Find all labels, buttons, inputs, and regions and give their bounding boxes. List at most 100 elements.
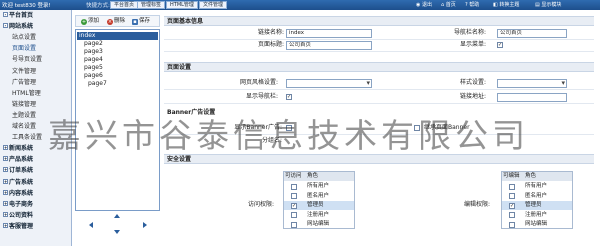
show-menu-checkbox[interactable]: ✓ [497,42,503,48]
inherit-banner-checkbox[interactable] [414,125,420,131]
quick-tab-tags[interactable]: 管理标签 [137,1,166,9]
save-button[interactable]: ▪ 保存 [132,17,150,26]
link-address-input[interactable] [497,93,567,102]
role-label: 注册用户 [307,211,330,218]
nav-item[interactable]: + 产品系统 [3,156,33,164]
table-row: 网站编辑 [502,220,572,229]
move-up-icon[interactable] [114,214,120,218]
nav-item[interactable]: 页面设置 [12,45,36,53]
permission-checkbox[interactable] [291,183,297,190]
delete-button[interactable]: × 删除 [107,17,125,26]
permission-checkbox[interactable] [509,212,515,218]
show-menu-label: 显示菜单: [459,41,486,48]
role-label: 网站编辑 [525,221,548,227]
expand-icon[interactable]: + [3,145,8,151]
nav-item[interactable]: 文件管理 [12,68,36,76]
page-style-select[interactable] [286,79,372,88]
nav-item-label: 域名设置 [12,123,37,130]
collapse-icon[interactable]: - [3,12,8,17]
permission-checkbox[interactable]: ✓ [509,202,515,209]
section-basic-info: 页面基本信息 [164,16,594,26]
nav-item[interactable]: HTML管理 [12,90,41,98]
page-title-input[interactable]: 公司首页 [286,41,372,50]
expand-icon[interactable]: + [3,178,8,184]
column-header: 可编辑 [502,172,523,181]
quick-tab-home[interactable]: 平台首页 [110,1,139,9]
role-label: 匿名用户 [525,192,548,199]
expand-icon[interactable]: + [3,156,8,162]
quick-tab-files[interactable]: 文件管理 [199,1,228,9]
add-button[interactable]: + 添加 [81,17,99,26]
link-address-label: 链接地址: [459,93,486,100]
expand-icon[interactable]: + [3,167,8,173]
role-label: 管理员 [525,202,542,208]
role-label: 匿名用户 [307,192,330,199]
permission-checkbox[interactable] [291,221,297,228]
permission-checkbox[interactable] [291,193,297,199]
nav-name-input[interactable]: 公司首页 [497,29,567,38]
nav-item[interactable]: 广告管理 [12,79,36,87]
style-select[interactable] [497,79,567,88]
tree-node[interactable]: page2 [84,40,103,48]
nav-item[interactable]: 链接管理 [12,101,36,109]
help-link[interactable]: ? 帮助 [465,1,479,9]
left-navigation: - 平台首页 - 网站系统站点设置页面设置号导页设置文件管理广告管理 HTML管理 链接管… [0,10,72,246]
tree-node[interactable]: index [77,32,158,40]
nav-item[interactable]: + 订单系统 [3,167,33,175]
style-label: 样式设置: [459,79,486,86]
permission-checkbox[interactable] [509,183,515,190]
move-left-icon[interactable] [89,222,93,228]
home-link[interactable]: ⌂ 首页 [441,1,456,9]
expand-icon[interactable]: + [3,211,8,217]
access-permission-table: 可访问 角色 所有用户 匿名用户 ✓ 管理员 注册用户 网站编辑 [283,171,355,229]
logout-link[interactable]: ◉ 退出 [416,1,432,9]
delete-icon: × [107,19,113,25]
expand-icon[interactable]: + [3,200,8,206]
nav-item[interactable]: + 公司资料 [3,211,33,220]
column-header: 可访问 [284,172,305,181]
nav-item[interactable]: 工具条设置 [12,134,42,142]
link-name-input[interactable]: index [286,29,372,38]
tree-node[interactable]: page5 [84,64,103,72]
permission-checkbox[interactable] [509,193,515,199]
expand-icon[interactable]: + [3,189,8,195]
switch-theme-link[interactable]: ◧ 转换主题 [493,1,519,9]
nav-item[interactable]: 站点设置 [12,34,36,42]
permission-checkbox[interactable]: ✓ [291,202,297,209]
tree-move-controls [75,212,160,246]
nav-item[interactable]: - 网站系统 [3,23,33,31]
row-group: 分组名: [164,136,594,148]
expand-icon[interactable]: + [3,222,8,228]
tree-node[interactable]: page3 [84,48,103,56]
permission-checkbox[interactable] [509,221,515,228]
show-nav-checkbox[interactable]: ✓ [286,94,292,100]
nav-item[interactable]: + 客服管理 [3,222,33,231]
nav-item[interactable]: 号导页设置 [12,56,42,64]
show-banner-checkbox[interactable] [286,125,292,131]
role-label: 管理员 [307,202,324,208]
table-row: ✓ 管理员 [502,201,572,210]
nav-item[interactable]: 域名设置 [12,123,36,131]
section-security: 安全设置 [164,154,594,164]
collapse-icon[interactable]: - [3,23,8,29]
table-row: 匿名用户 [284,192,354,201]
nav-item[interactable]: - 平台首页 [3,12,33,20]
move-down-icon[interactable] [114,230,120,234]
table-row: 注册用户 [502,211,572,220]
tree-node[interactable]: page7 [88,80,107,88]
move-right-icon[interactable] [143,222,147,228]
nav-item-label: 新闻系统 [9,145,34,153]
nav-item[interactable]: + 广告系统 [3,178,33,187]
nav-item[interactable]: + 电子商务 [3,200,33,209]
permission-checkbox[interactable] [291,212,297,218]
quick-tab-html[interactable]: HTML管理 [166,1,198,9]
nav-item[interactable]: + 内容系统 [3,189,33,198]
link-name-label: 链接名称: [257,29,284,36]
show-modules-link[interactable]: ▤ 显示模块 [535,1,561,9]
nav-item-label: 链接管理 [12,100,37,108]
nav-item[interactable]: 主题设置 [12,112,36,120]
tree-node[interactable]: page4 [84,56,103,64]
tree-node[interactable]: page6 [84,72,103,80]
show-banner-label: 显示Banner广告: [234,124,282,131]
nav-item[interactable]: + 新闻系统 [3,145,33,153]
